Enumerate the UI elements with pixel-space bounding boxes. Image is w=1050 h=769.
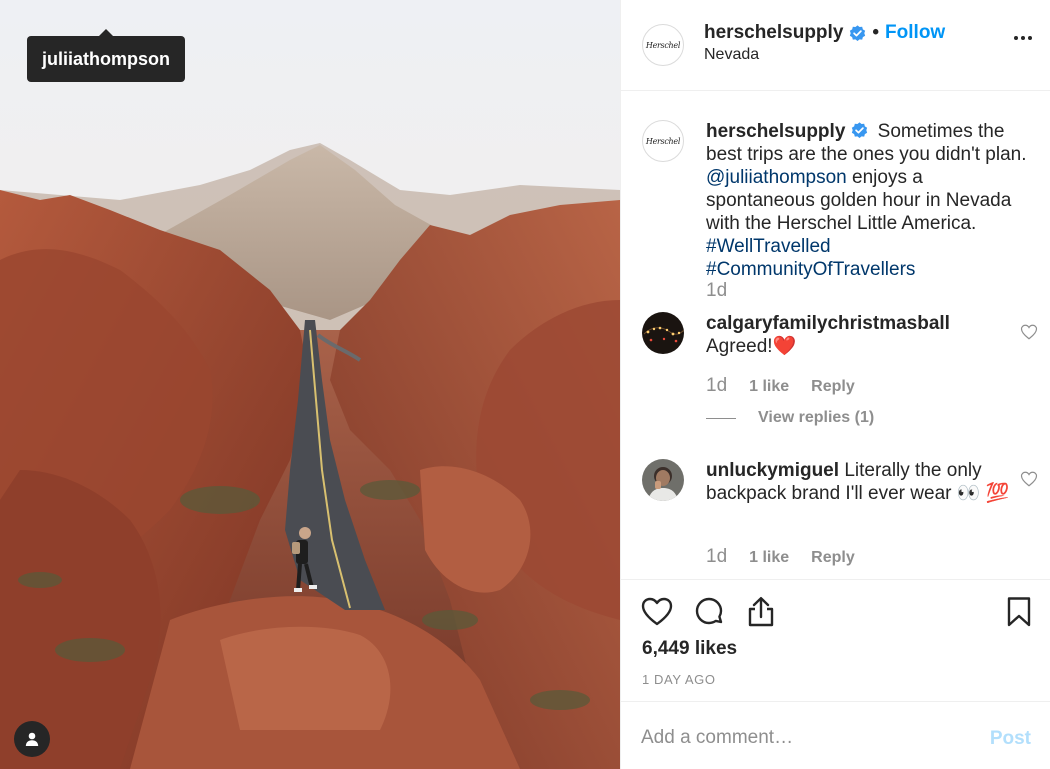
reply-button[interactable]: Reply: [811, 549, 855, 567]
comment-body: calgaryfamilychristmasball Agreed!❤️: [706, 312, 1036, 358]
location-link[interactable]: Nevada: [704, 46, 759, 64]
heart-icon[interactable]: [1020, 470, 1038, 488]
avatar[interactable]: [642, 312, 684, 354]
bookmark-icon[interactable]: [1002, 595, 1036, 629]
separator-dot: •: [872, 22, 880, 43]
avatar[interactable]: Herschel: [642, 24, 684, 66]
comment-likes[interactable]: 1 like: [749, 378, 789, 396]
header-user-row: herschelsupply • Follow: [704, 22, 945, 44]
hashtag-link[interactable]: #WellTravelled: [706, 236, 831, 257]
post-header: Herschel herschelsupply • Follow Nevada: [621, 0, 1050, 91]
follow-button[interactable]: Follow: [885, 22, 945, 44]
comment-meta: 1d 1 like Reply: [706, 375, 877, 397]
brand-logo: Herschel: [645, 40, 681, 50]
avatar[interactable]: Herschel: [642, 120, 684, 162]
share-icon[interactable]: [744, 595, 778, 629]
comments-list: Herschel herschelsupply Sometimes the be…: [621, 91, 1050, 579]
comment-likes[interactable]: 1 like: [749, 549, 789, 567]
heart-icon[interactable]: [640, 595, 674, 629]
comment-icon[interactable]: [692, 595, 726, 629]
view-replies-label: View replies (1): [758, 409, 875, 426]
mention-link[interactable]: @juliiathompson: [706, 167, 847, 188]
view-replies-button[interactable]: View replies (1): [706, 409, 874, 427]
caption-username[interactable]: herschelsupply: [706, 121, 845, 142]
caption-text: herschelsupply Sometimes the best trips …: [706, 120, 1036, 281]
user-tag-tooltip[interactable]: juliiathompson: [27, 29, 185, 82]
more-options-icon[interactable]: [1011, 26, 1035, 50]
comment-input[interactable]: [641, 724, 961, 752]
christmas-lights-avatar-image: [642, 312, 684, 354]
user-tag-icon: [25, 732, 39, 746]
post-photo[interactable]: juliiathompson: [0, 0, 620, 769]
comment-time[interactable]: 1d: [706, 375, 727, 397]
comment-username[interactable]: calgaryfamilychristmasball: [706, 313, 950, 334]
add-comment-form: Post: [621, 701, 1050, 769]
reply-button[interactable]: Reply: [811, 378, 855, 396]
comment-meta: 1d 1 like Reply: [706, 546, 877, 568]
comment-time[interactable]: 1d: [706, 546, 727, 568]
caption-time[interactable]: 1d: [706, 280, 727, 302]
divider-line: [706, 417, 736, 419]
heart-icon[interactable]: [1020, 323, 1038, 341]
likes-count[interactable]: 6,449 likes: [642, 638, 737, 660]
person-avatar-image: [642, 459, 684, 501]
comment-text: Agreed!❤️: [706, 336, 797, 357]
verified-badge-icon: [850, 24, 866, 41]
hashtag-link[interactable]: #CommunityOfTravellers: [706, 259, 915, 280]
comment-username[interactable]: unluckymiguel: [706, 460, 839, 481]
comment-body: unluckymiguel Literally the only backpac…: [706, 459, 1036, 505]
brand-logo: Herschel: [645, 136, 681, 146]
post-timestamp[interactable]: 1 DAY AGO: [642, 672, 716, 687]
user-tag-button[interactable]: [14, 721, 50, 757]
header-username[interactable]: herschelsupply: [704, 22, 843, 44]
verified-badge-icon: [852, 122, 868, 138]
caption-meta: 1d: [706, 280, 749, 302]
post-actions: 6,449 likes 1 DAY AGO: [621, 579, 1050, 701]
desert-road-photo: [0, 0, 620, 769]
post-detail-panel: Herschel herschelsupply • Follow Nevada …: [620, 0, 1050, 769]
avatar[interactable]: [642, 459, 684, 501]
post-button[interactable]: Post: [990, 728, 1031, 750]
